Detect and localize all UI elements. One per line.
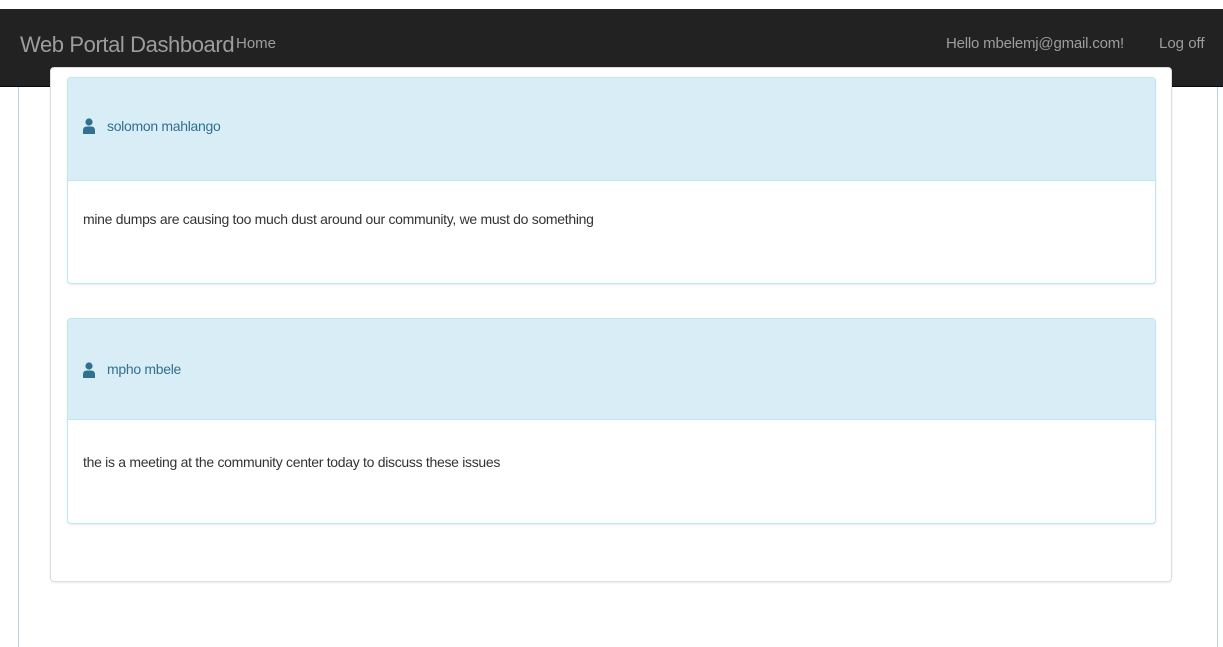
user-icon xyxy=(83,118,95,134)
post-author: solomon mahlango xyxy=(107,118,221,134)
logoff-link[interactable]: Log off xyxy=(1159,35,1205,52)
user-icon xyxy=(83,362,95,378)
post-heading: mpho mbele xyxy=(68,319,1155,420)
main-content: solomon mahlango mine dumps are causing … xyxy=(0,67,1223,647)
post-heading: solomon mahlango xyxy=(68,78,1155,181)
post-message: the is a meeting at the community center… xyxy=(83,454,501,470)
post-author: mpho mbele xyxy=(107,361,182,377)
post-message: mine dumps are causing too much dust aro… xyxy=(83,211,594,227)
brand-link[interactable]: Web Portal Dashboard xyxy=(20,32,235,58)
top-margin xyxy=(0,0,1223,9)
nav-home-link[interactable]: Home xyxy=(236,35,276,52)
post-card: solomon mahlango mine dumps are causing … xyxy=(67,77,1156,284)
user-greeting-link[interactable]: Hello mbelemj@gmail.com! xyxy=(946,35,1124,52)
post-card: mpho mbele the is a meeting at the commu… xyxy=(67,318,1156,524)
